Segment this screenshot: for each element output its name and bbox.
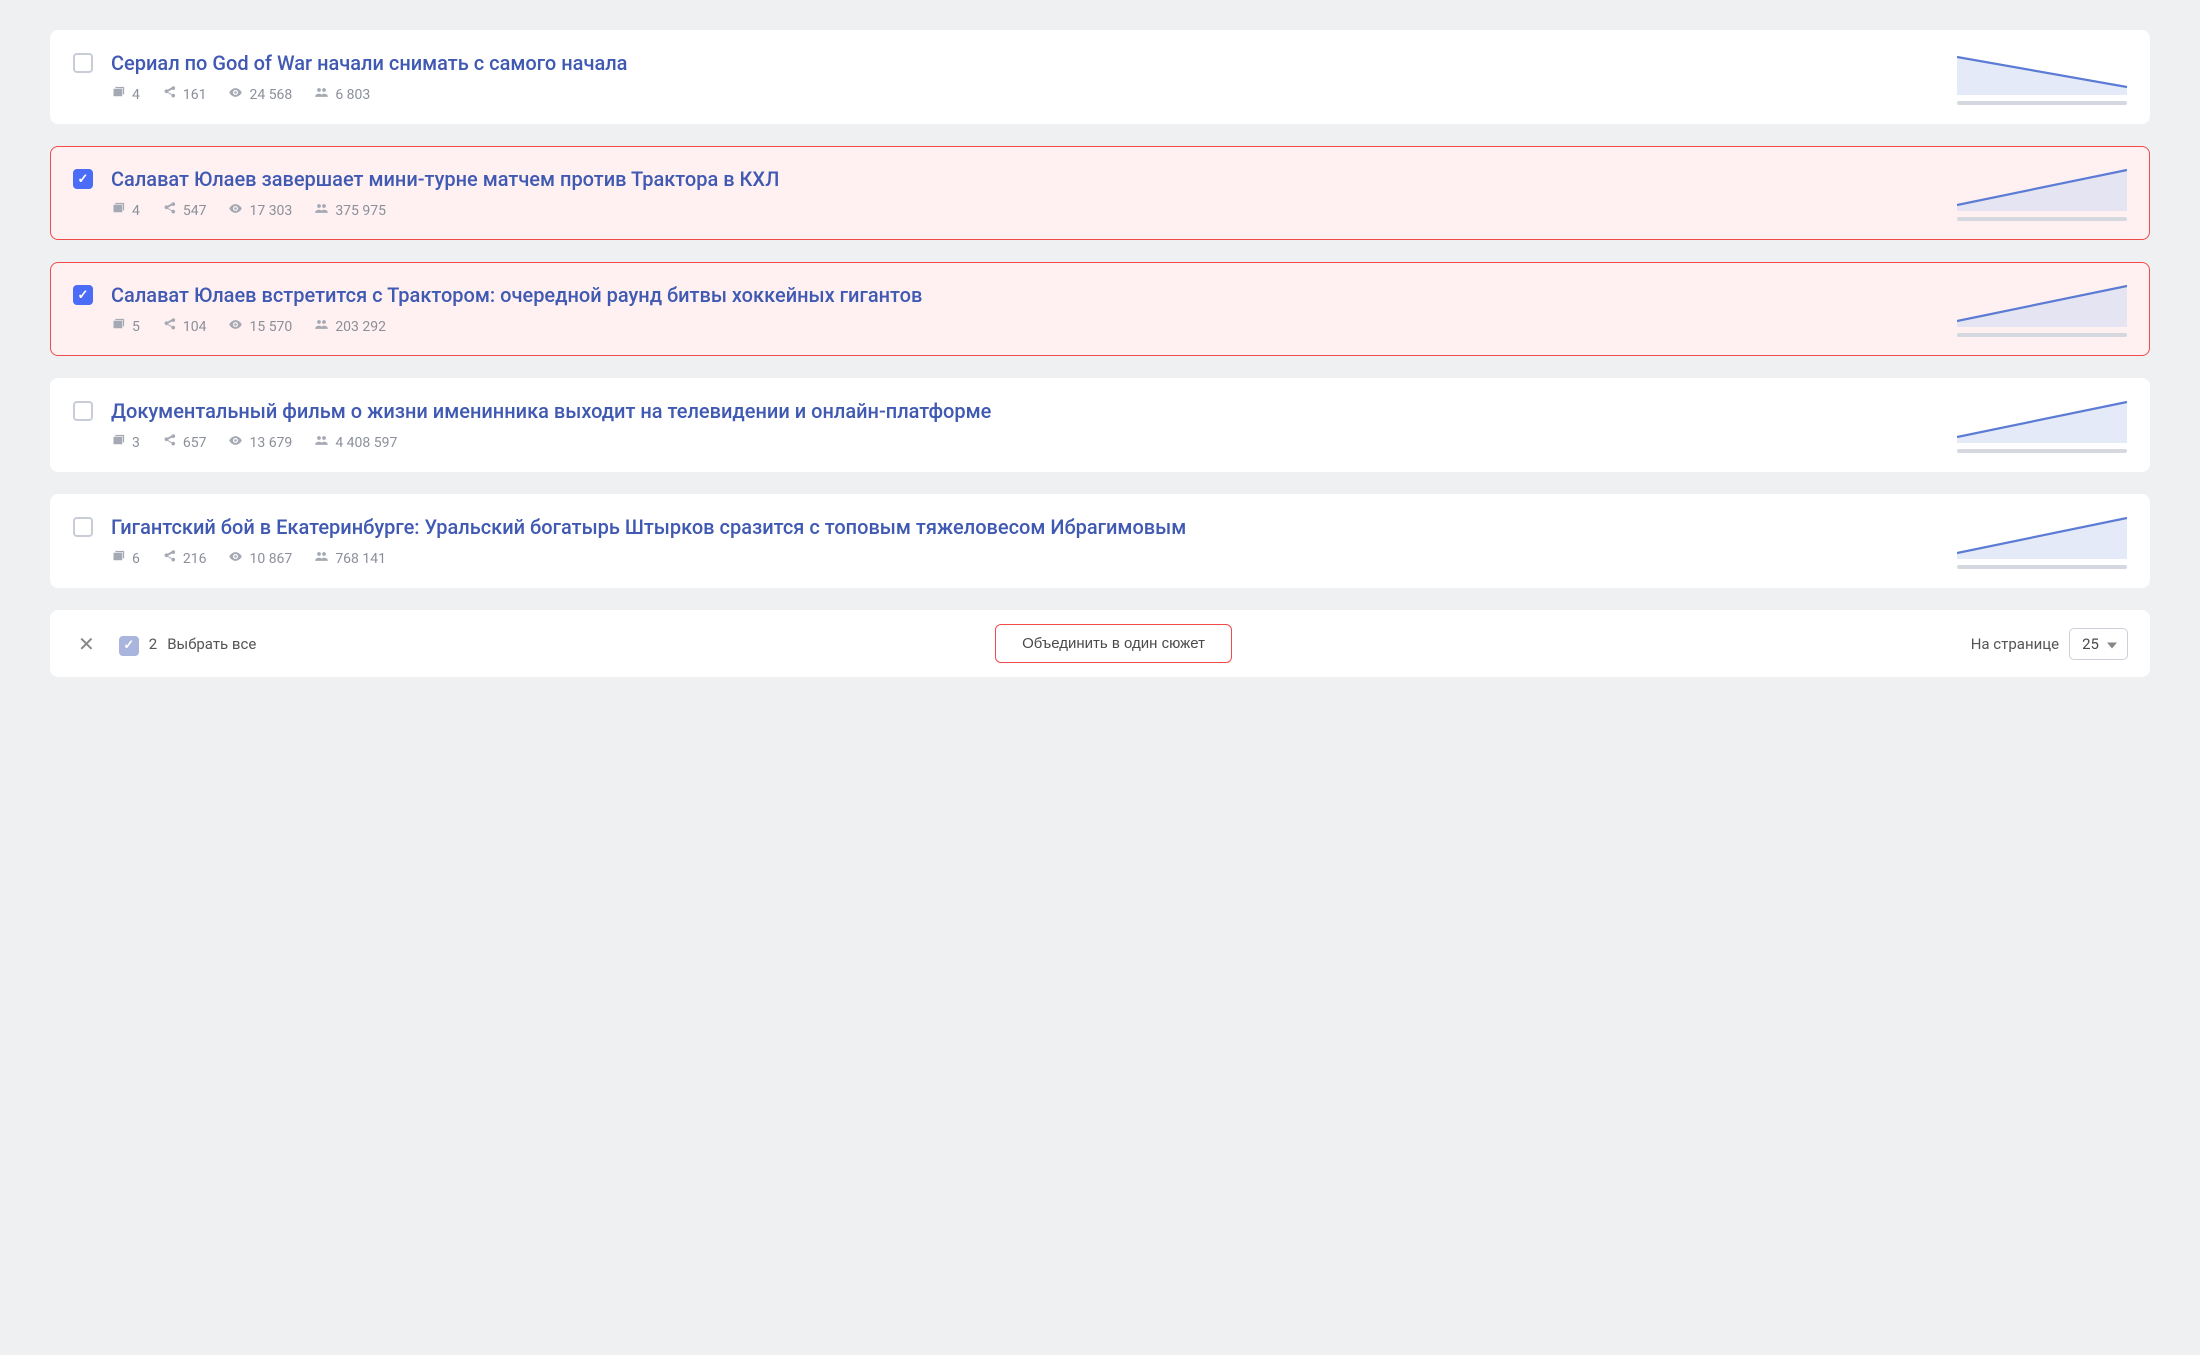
stat-boxes: 4 bbox=[111, 85, 140, 104]
stat-boxes: 4 bbox=[111, 201, 140, 220]
item-checkbox[interactable] bbox=[73, 517, 93, 537]
eye-icon bbox=[228, 201, 243, 220]
item-checkbox[interactable] bbox=[73, 169, 93, 189]
stat-boxes: 6 bbox=[111, 549, 140, 568]
stat-shares: 161 bbox=[162, 85, 207, 104]
trend-sparkline bbox=[1957, 397, 2127, 453]
stat-shares: 104 bbox=[162, 317, 207, 336]
per-page-label: На странице bbox=[1971, 635, 2059, 653]
item-title[interactable]: Салават Юлаев завершает мини-турне матче… bbox=[111, 165, 1939, 193]
stat-audience: 4 408 597 bbox=[314, 433, 397, 452]
boxes-icon bbox=[111, 201, 126, 220]
merge-button[interactable]: Объединить в один сюжет bbox=[995, 624, 1232, 663]
list-item: Салават Юлаев встретится с Трактором: оч… bbox=[50, 262, 2150, 356]
boxes-icon bbox=[111, 85, 126, 104]
boxes-icon bbox=[111, 549, 126, 568]
stat-views: 10 867 bbox=[228, 549, 292, 568]
boxes-icon bbox=[111, 433, 126, 452]
stat-shares: 216 bbox=[162, 549, 207, 568]
stat-views: 17 303 bbox=[228, 201, 292, 220]
per-page-value: 25 bbox=[2082, 635, 2099, 653]
stat-boxes: 5 bbox=[111, 317, 140, 336]
share-icon bbox=[162, 201, 177, 220]
stat-audience: 375 975 bbox=[314, 201, 386, 220]
eye-icon bbox=[228, 549, 243, 568]
eye-icon bbox=[228, 85, 243, 104]
trend-sparkline bbox=[1957, 513, 2127, 569]
select-all-checkbox[interactable] bbox=[119, 636, 139, 656]
list-item: Салават Юлаев завершает мини-турне матче… bbox=[50, 146, 2150, 240]
select-all-label[interactable]: Выбрать все bbox=[167, 635, 256, 653]
item-title[interactable]: Документальный фильм о жизни именинника … bbox=[111, 397, 1939, 425]
users-icon bbox=[314, 201, 329, 220]
clear-selection-button[interactable]: ✕ bbox=[72, 632, 101, 656]
stat-boxes: 3 bbox=[111, 433, 140, 452]
per-page-select[interactable]: 25 bbox=[2069, 628, 2128, 660]
eye-icon bbox=[228, 317, 243, 336]
item-checkbox[interactable] bbox=[73, 53, 93, 73]
list-item: Гигантский бой в Екатеринбурге: Уральски… bbox=[50, 494, 2150, 588]
item-title[interactable]: Гигантский бой в Екатеринбурге: Уральски… bbox=[111, 513, 1939, 541]
item-checkbox[interactable] bbox=[73, 401, 93, 421]
share-icon bbox=[162, 549, 177, 568]
stat-audience: 203 292 bbox=[314, 317, 386, 336]
users-icon bbox=[314, 85, 329, 104]
stat-audience: 6 803 bbox=[314, 85, 370, 104]
list-item: Документальный фильм о жизни именинника … bbox=[50, 378, 2150, 472]
users-icon bbox=[314, 549, 329, 568]
footer-bar: ✕ 2 Выбрать все Объединить в один сюжет … bbox=[50, 610, 2150, 677]
users-icon bbox=[314, 433, 329, 452]
list-item: Сериал по God of War начали снимать с са… bbox=[50, 30, 2150, 124]
trend-sparkline bbox=[1957, 281, 2127, 337]
stat-views: 13 679 bbox=[228, 433, 292, 452]
item-title[interactable]: Салават Юлаев встретится с Трактором: оч… bbox=[111, 281, 1939, 309]
share-icon bbox=[162, 433, 177, 452]
stat-shares: 547 bbox=[162, 201, 207, 220]
item-title[interactable]: Сериал по God of War начали снимать с са… bbox=[111, 49, 1939, 77]
boxes-icon bbox=[111, 317, 126, 336]
trend-sparkline bbox=[1957, 49, 2127, 105]
selected-count: 2 bbox=[149, 635, 157, 653]
item-checkbox[interactable] bbox=[73, 285, 93, 305]
stat-shares: 657 bbox=[162, 433, 207, 452]
stat-views: 15 570 bbox=[228, 317, 292, 336]
stat-views: 24 568 bbox=[228, 85, 292, 104]
share-icon bbox=[162, 85, 177, 104]
eye-icon bbox=[228, 433, 243, 452]
share-icon bbox=[162, 317, 177, 336]
trend-sparkline bbox=[1957, 165, 2127, 221]
users-icon bbox=[314, 317, 329, 336]
stat-audience: 768 141 bbox=[314, 549, 386, 568]
